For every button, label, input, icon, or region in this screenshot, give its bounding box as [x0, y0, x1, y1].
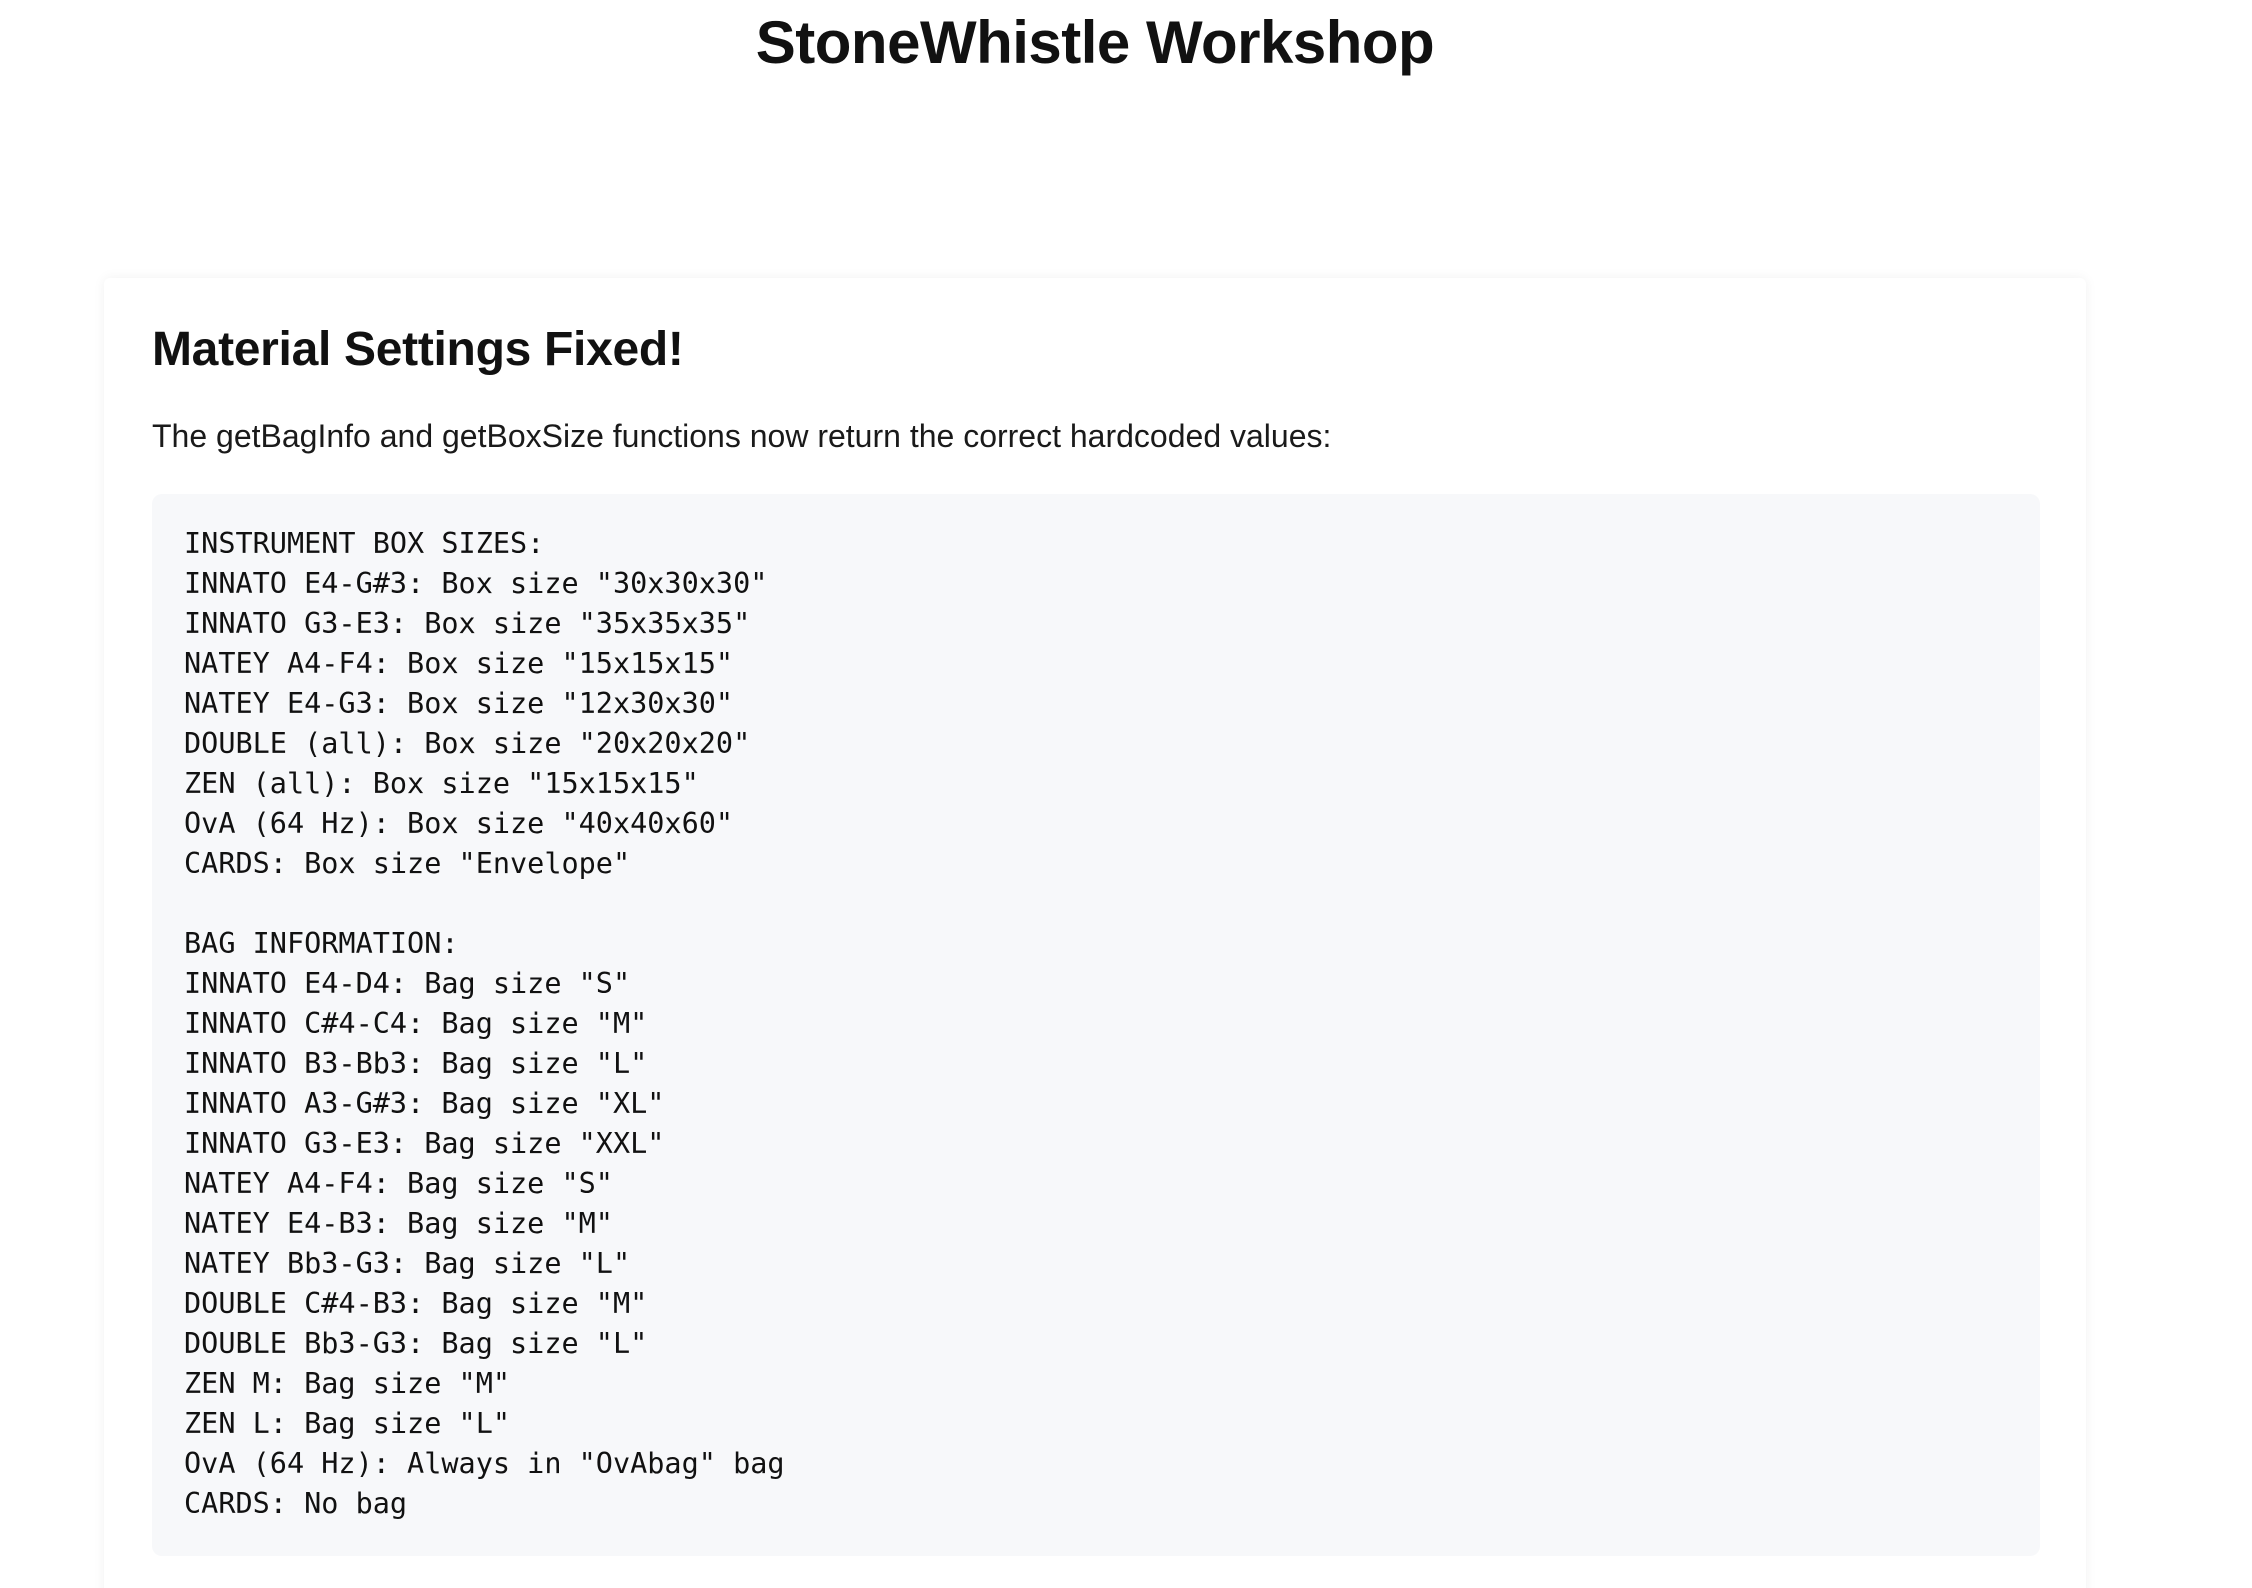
- code-line: ZEN (all): Box size "15x15x15": [184, 767, 699, 800]
- code-line: ZEN M: Bag size "M": [184, 1367, 511, 1400]
- card-title: Material Settings Fixed!: [152, 323, 684, 376]
- code-line: CARDS: No bag: [184, 1487, 408, 1520]
- code-line: OvA (64 Hz): Box size "40x40x60": [184, 807, 734, 840]
- code-line: NATEY A4-F4: Box size "15x15x15": [184, 647, 734, 680]
- result-card: Material Settings Fixed! The getBagInfo …: [104, 278, 2086, 1588]
- code-line: NATEY A4-F4: Bag size "S": [184, 1167, 613, 1200]
- code-block: INSTRUMENT BOX SIZES: INNATO E4-G#3: Box…: [152, 494, 2040, 1556]
- code-line: OvA (64 Hz): Always in "OvAbag" bag: [184, 1447, 785, 1480]
- code-line: BAG INFORMATION:: [184, 927, 459, 960]
- code-line: ZEN L: Bag size "L": [184, 1407, 511, 1440]
- card-description: The getBagInfo and getBoxSize functions …: [152, 418, 1332, 454]
- code-line: INNATO E4-D4: Bag size "S": [184, 967, 631, 1000]
- code-line: INNATO C#4-C4: Bag size "M": [184, 1007, 648, 1040]
- code-line: NATEY E4-G3: Box size "12x30x30": [184, 687, 734, 720]
- code-line: NATEY Bb3-G3: Bag size "L": [184, 1247, 631, 1280]
- code-line: INNATO B3-Bb3: Bag size "L": [184, 1047, 648, 1080]
- code-line: DOUBLE (all): Box size "20x20x20": [184, 727, 751, 760]
- code-line: DOUBLE C#4-B3: Bag size "M": [184, 1287, 648, 1320]
- code-line: INNATO E4-G#3: Box size "30x30x30": [184, 567, 768, 600]
- code-line: NATEY E4-B3: Bag size "M": [184, 1207, 613, 1240]
- code-line: CARDS: Box size "Envelope": [184, 847, 631, 880]
- code-line: DOUBLE Bb3-G3: Bag size "L": [184, 1327, 648, 1360]
- code-line: INNATO G3-E3: Bag size "XXL": [184, 1127, 665, 1160]
- code-line: INNATO G3-E3: Box size "35x35x35": [184, 607, 751, 640]
- code-line: INSTRUMENT BOX SIZES:: [184, 527, 545, 560]
- page-title: StoneWhistle Workshop: [755, 9, 1435, 76]
- code-line: INNATO A3-G#3: Bag size "XL": [184, 1087, 665, 1120]
